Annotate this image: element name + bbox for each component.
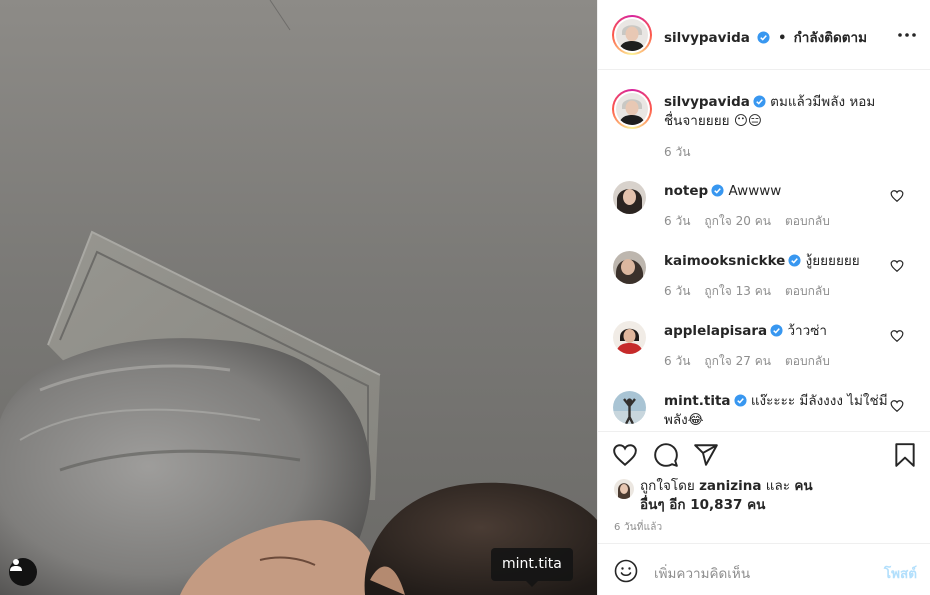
comment-likes[interactable]: ถูกใจ 20 คน [704,214,771,228]
comment-input[interactable]: เพิ่มความคิดเห็น [654,562,750,584]
header-username[interactable]: silvypavida [664,30,750,46]
verified-badge-icon [770,324,783,337]
comment-text-block: kaimooksnickke งู้ยยยยยย [664,252,889,271]
verified-badge-icon [711,184,724,197]
avatar-image [614,479,634,499]
comment-meta: 6 วัน ถูกใจ 13 คน ตอบกลับ [664,282,844,301]
comment-text-block: notep Awwww [664,182,889,201]
caption-time[interactable]: 6 วัน [664,143,704,162]
post-details-panel: silvypavida • กำลังติดตาม silvypavida ตม… [597,0,930,595]
comment-text: Awwww [728,183,782,199]
comment-meta: 6 วัน ถูกใจ 27 คน ตอบกลับ [664,352,844,371]
comment-avatar[interactable] [613,391,646,424]
comment-text-block: applelapisara ว้าวซ่า [664,322,889,341]
header-separator: • [778,31,787,46]
verified-badge-icon [788,254,801,267]
post-header: silvypavida • กำลังติดตาม [598,0,930,70]
liked-by-username[interactable]: zanizina [699,478,761,494]
comment-text: งู้ยยยยยย [805,253,860,269]
post-timestamp[interactable]: 6 วันที่แล้ว [614,520,662,535]
comment-avatar[interactable] [613,181,646,214]
following-button[interactable]: กำลังติดตาม [794,30,867,46]
comment-time[interactable]: 6 วัน [664,354,690,368]
caption-text-block: silvypavida ตมแล้วมีพลัง หอมชื่นจายยยย 😶… [664,93,889,131]
user-icon [10,559,22,571]
post-photo[interactable]: mint.tita [0,0,597,595]
comment-username[interactable]: applelapisara [664,323,767,339]
liker-avatar[interactable] [614,479,634,499]
caption-username[interactable]: silvypavida [664,94,750,110]
post-comment-button[interactable]: โพสต์ [884,562,917,584]
avatar-image [613,321,646,354]
reply-button[interactable]: ตอบกลับ [785,284,830,298]
verified-badge-icon [757,31,770,44]
emoji-icon[interactable] [614,559,638,583]
reply-button[interactable]: ตอบกลับ [785,214,830,228]
heart-icon[interactable] [890,259,904,273]
comment-text: ว้าวซ่า [787,323,827,339]
add-comment-bar: เพิ่มความคิดเห็น โพสต์ [598,543,930,595]
comment-meta: 6 วัน ถูกใจ 20 คน ตอบกลับ [664,212,844,231]
avatar-image [613,391,646,424]
avatar-image [616,19,648,51]
header-avatar[interactable] [612,15,652,55]
more-options-icon[interactable] [897,25,917,45]
liked-by-prefix: ถูกใจโดย [640,478,695,494]
liked-by-and: และ [765,478,791,494]
share-plane-icon[interactable] [693,442,719,468]
comment-text-block: mint.tita แง๊ะะะะ มีลังงงง ไม่ใช่มีพลัง😂 [664,392,889,430]
comment-bubble-icon[interactable] [653,442,679,468]
caption-avatar[interactable] [612,89,652,129]
avatar-image [613,181,646,214]
avatar-image [616,93,648,125]
comment-avatar[interactable] [613,321,646,354]
heart-icon[interactable] [890,329,904,343]
comments-list[interactable]: silvypavida ตมแล้วมีพลัง หอมชื่นจายยยย 😶… [598,71,930,431]
reply-button[interactable]: ตอบกลับ [785,354,830,368]
photo-image [0,0,597,595]
heart-icon[interactable] [890,399,904,413]
tagged-users-button[interactable] [9,558,37,586]
comment-username[interactable]: kaimooksnickke [664,253,785,269]
liked-by-text: ถูกใจโดย zanizina และ คนอื่นๆ อีก 10,837… [640,477,830,515]
verified-badge-icon [733,394,747,407]
bookmark-icon[interactable] [892,442,918,468]
comment-likes[interactable]: ถูกใจ 27 คน [704,354,771,368]
like-heart-icon[interactable] [612,442,638,468]
comment-likes[interactable]: ถูกใจ 13 คน [704,284,771,298]
comment-username[interactable]: mint.tita [664,393,731,409]
caption-time-label: 6 วัน [664,145,691,159]
comment-avatar[interactable] [613,251,646,284]
verified-badge-icon [753,95,766,108]
comment-time[interactable]: 6 วัน [664,214,690,228]
comment-username[interactable]: notep [664,183,708,199]
heart-icon[interactable] [890,189,904,203]
post-actions: ถูกใจโดย zanizina และ คนอื่นๆ อีก 10,837… [598,431,930,543]
avatar-image [613,251,646,284]
comment-time[interactable]: 6 วัน [664,284,690,298]
user-tag-label[interactable]: mint.tita [491,548,573,587]
